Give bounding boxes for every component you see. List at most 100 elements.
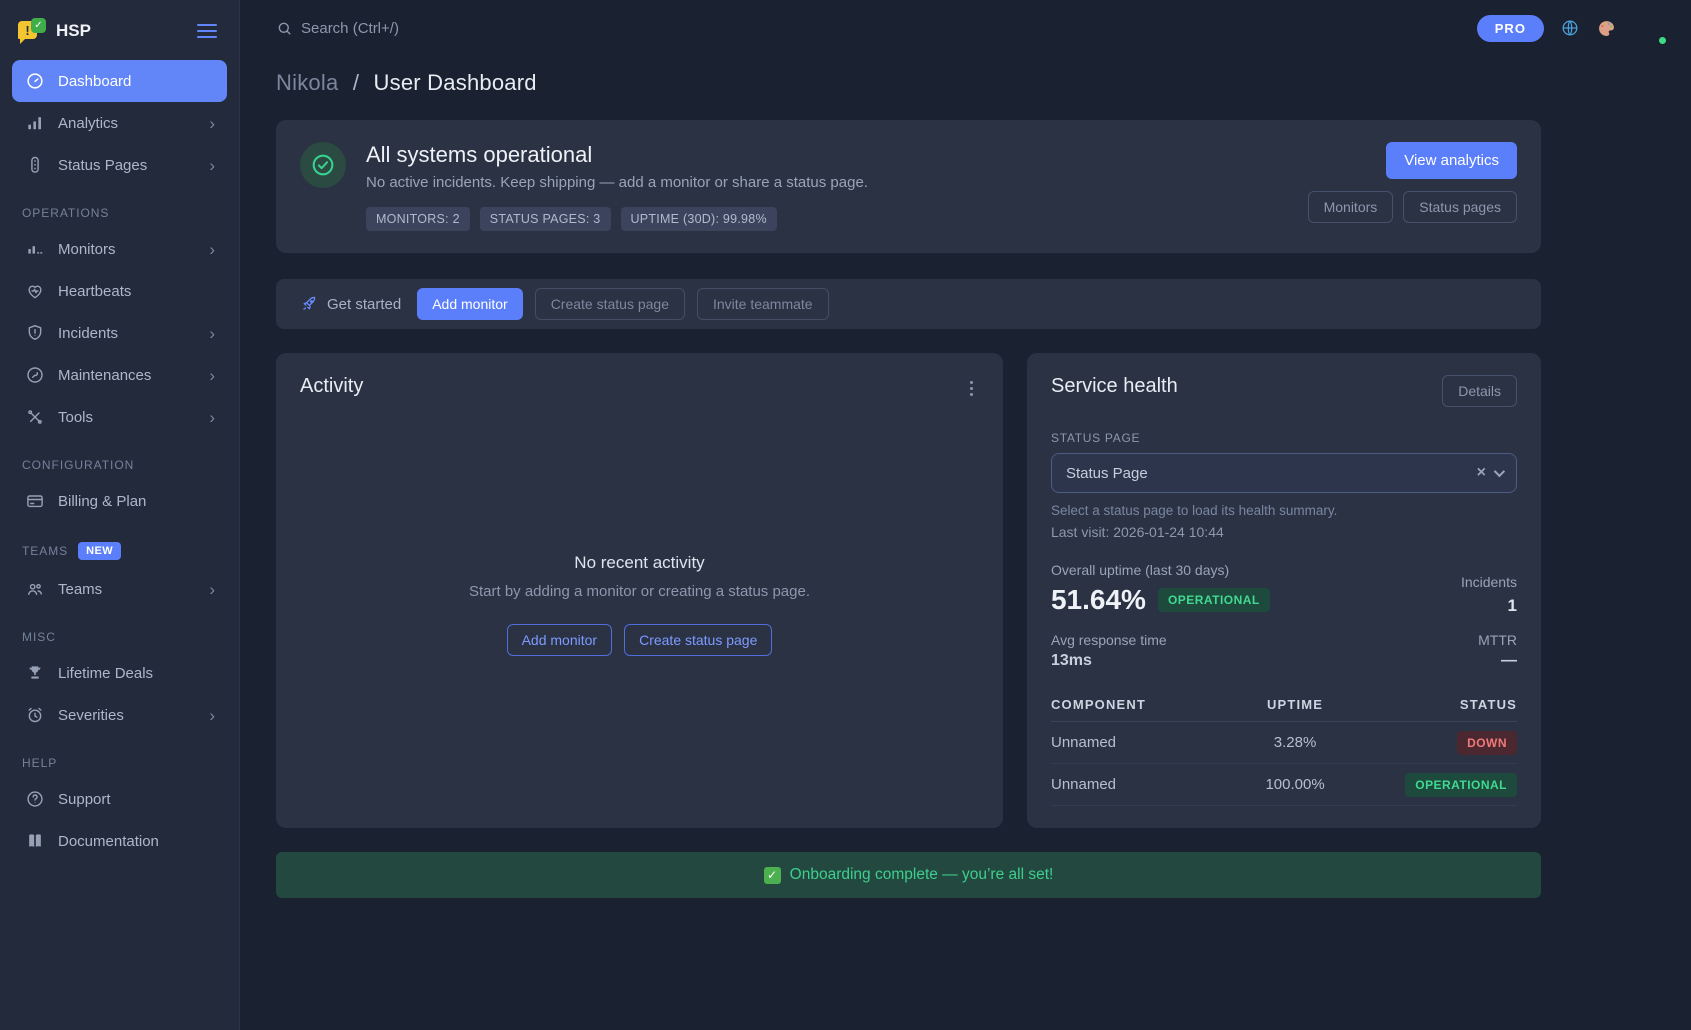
sidebar-item-incidents[interactable]: Incidents xyxy=(12,312,227,354)
credit-card-icon xyxy=(24,491,45,511)
rocket-icon xyxy=(300,295,318,313)
book-icon xyxy=(24,831,45,851)
empty-state-subtitle: Start by adding a monitor or creating a … xyxy=(469,583,810,600)
add-monitor-button[interactable]: Add monitor xyxy=(417,288,522,320)
new-badge: NEW xyxy=(78,542,121,560)
heartbeat-icon xyxy=(24,281,45,301)
add-monitor-button[interactable]: Add monitor xyxy=(507,624,612,656)
column-header-status: STATUS xyxy=(1369,697,1517,712)
sidebar-item-label: Support xyxy=(58,791,215,808)
sidebar-item-billing[interactable]: Billing & Plan xyxy=(12,480,227,522)
main-area: Search (Ctrl+/) PRO Nikola / User Dashbo… xyxy=(240,0,1691,1030)
invite-teammate-button[interactable]: Invite teammate xyxy=(697,288,829,320)
sidebar-item-teams[interactable]: Teams xyxy=(12,568,227,610)
uptime-chip: UPTIME (30D): 99.98% xyxy=(621,207,777,231)
onboarding-complete-banner: ✓ Onboarding complete — you’re all set! xyxy=(276,852,1541,898)
chevron-right-icon xyxy=(209,325,215,342)
view-analytics-button[interactable]: View analytics xyxy=(1386,142,1517,179)
create-status-page-button[interactable]: Create status page xyxy=(535,288,685,320)
clear-selection-icon[interactable] xyxy=(1469,464,1494,482)
globe-icon[interactable] xyxy=(1560,18,1580,38)
sidebar-item-documentation[interactable]: Documentation xyxy=(12,820,227,862)
user-avatar[interactable] xyxy=(1633,11,1667,45)
incidents-value: 1 xyxy=(1461,596,1517,616)
white-check-green-square-icon: ✓ xyxy=(764,867,781,884)
sidebar-section-configuration: CONFIGURATION xyxy=(22,458,217,472)
sidebar-item-support[interactable]: Support xyxy=(12,778,227,820)
online-status-dot xyxy=(1657,35,1668,46)
sidebar-item-heartbeats[interactable]: Heartbeats xyxy=(12,270,227,312)
sidebar-item-severities[interactable]: Severities xyxy=(12,694,227,736)
sidebar-item-label: Billing & Plan xyxy=(58,493,215,510)
service-health-title: Service health xyxy=(1051,375,1178,398)
hero-subtitle: No active incidents. Keep shipping — add… xyxy=(366,174,1288,191)
incidents-label: Incidents xyxy=(1461,574,1517,590)
breadcrumb-separator: / xyxy=(353,70,359,95)
component-uptime: 3.28% xyxy=(1221,734,1369,751)
sidebar: ! ✓ HSP Dashboard Analytics Status Pages… xyxy=(0,0,240,1030)
chevron-right-icon xyxy=(209,241,215,258)
sidebar-section-teams: TEAMS NEW xyxy=(22,542,217,560)
uptime-label: Overall uptime (last 30 days) xyxy=(1051,562,1270,578)
status-pages-count-chip: STATUS PAGES: 3 xyxy=(480,207,611,231)
monitors-button[interactable]: Monitors xyxy=(1308,191,1394,223)
service-health-card: Service health Details STATUS PAGE Statu… xyxy=(1027,353,1541,828)
sidebar-item-label: Status Pages xyxy=(58,157,196,174)
sidebar-item-label: Maintenances xyxy=(58,367,196,384)
monitor-bars-icon xyxy=(24,239,45,259)
sidebar-item-maintenances[interactable]: Maintenances xyxy=(12,354,227,396)
component-uptime: 100.00% xyxy=(1221,776,1369,793)
mttr-value: — xyxy=(1478,652,1517,670)
sidebar-item-status-pages[interactable]: Status Pages xyxy=(12,144,227,186)
table-row[interactable]: Unnamed 3.28% DOWN xyxy=(1051,722,1517,764)
sidebar-item-analytics[interactable]: Analytics xyxy=(12,102,227,144)
sidebar-item-label: Documentation xyxy=(58,833,215,850)
traffic-light-icon xyxy=(24,155,45,175)
avg-response-value: 13ms xyxy=(1051,652,1167,670)
sidebar-section-misc: MISC xyxy=(22,630,217,644)
logo-row: ! ✓ HSP xyxy=(12,14,227,60)
create-status-page-button[interactable]: Create status page xyxy=(624,624,772,656)
users-icon xyxy=(24,579,45,599)
column-header-component: COMPONENT xyxy=(1051,697,1221,712)
page-content: Nikola / User Dashboard All systems oper… xyxy=(240,56,1691,1030)
hamburger-menu-icon[interactable] xyxy=(193,20,221,42)
status-page-field-label: STATUS PAGE xyxy=(1051,431,1517,445)
sidebar-item-lifetime-deals[interactable]: Lifetime Deals xyxy=(12,652,227,694)
last-visit-text: Last visit: 2026-01-24 10:44 xyxy=(1051,524,1517,540)
chevron-right-icon xyxy=(209,707,215,724)
pro-badge[interactable]: PRO xyxy=(1477,15,1544,42)
sidebar-item-label: Incidents xyxy=(58,325,196,342)
mttr-label: MTTR xyxy=(1478,632,1517,648)
sidebar-item-tools[interactable]: Tools xyxy=(12,396,227,438)
hero-title: All systems operational xyxy=(366,142,1288,168)
column-header-uptime: UPTIME xyxy=(1221,697,1369,712)
status-page-select[interactable]: Status Page xyxy=(1051,453,1517,493)
search-placeholder: Search (Ctrl+/) xyxy=(301,20,399,37)
search-icon xyxy=(276,20,293,37)
sidebar-item-label: Analytics xyxy=(58,115,196,132)
sidebar-item-monitors[interactable]: Monitors xyxy=(12,228,227,270)
chevron-down-icon xyxy=(1494,466,1505,477)
down-badge: DOWN xyxy=(1457,731,1517,755)
table-row[interactable]: Unnamed 100.00% OPERATIONAL xyxy=(1051,764,1517,806)
select-helper-text: Select a status page to load its health … xyxy=(1051,503,1517,518)
avg-response-label: Avg response time xyxy=(1051,632,1167,648)
gauge-icon xyxy=(24,71,45,91)
sidebar-item-label: Monitors xyxy=(58,241,196,258)
component-table: COMPONENT UPTIME STATUS Unnamed 3.28% DO… xyxy=(1051,688,1517,806)
details-button[interactable]: Details xyxy=(1442,375,1517,407)
theme-palette-icon[interactable] xyxy=(1596,18,1617,39)
search-input[interactable]: Search (Ctrl+/) xyxy=(276,20,1477,37)
sidebar-item-label: Tools xyxy=(58,409,196,426)
sidebar-item-dashboard[interactable]: Dashboard xyxy=(12,60,227,102)
table-header-row: COMPONENT UPTIME STATUS xyxy=(1051,688,1517,722)
kebab-menu-icon[interactable] xyxy=(964,375,979,402)
sidebar-item-label: Heartbeats xyxy=(58,283,215,300)
sidebar-item-label: Lifetime Deals xyxy=(58,665,215,682)
status-pages-button[interactable]: Status pages xyxy=(1403,191,1517,223)
select-value: Status Page xyxy=(1066,465,1469,482)
help-circle-icon xyxy=(24,789,45,809)
chevron-right-icon xyxy=(209,157,215,174)
breadcrumb-parent[interactable]: Nikola xyxy=(276,70,338,95)
